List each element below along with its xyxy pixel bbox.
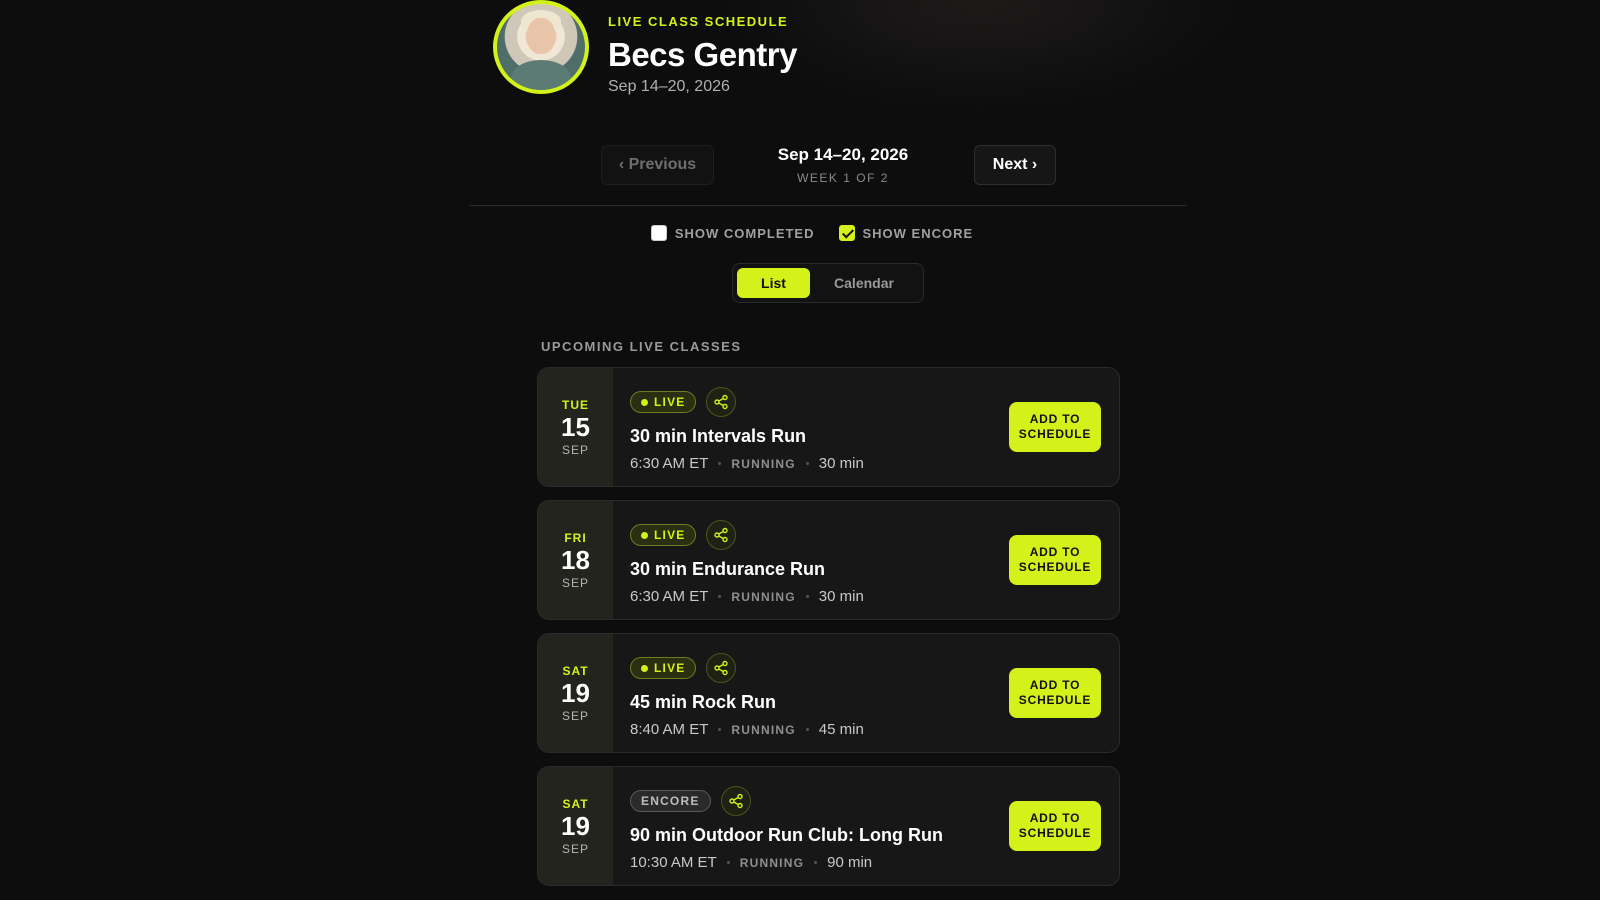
class-day: 18 [561, 544, 590, 575]
divider [469, 205, 1187, 206]
class-month: SEP [561, 442, 589, 457]
show-encore-filter[interactable]: SHOW ENCORE [838, 222, 974, 244]
class-month: SEP [561, 708, 589, 723]
encore-badge: ENCORE [630, 790, 711, 812]
class-meta: 10:30 AM ET RUNNING 90 min [630, 854, 1119, 871]
class-meta: 8:40 AM ET RUNNING 45 min [630, 721, 1119, 738]
class-weekday: SAT [562, 796, 589, 811]
badge-label: LIVE [654, 395, 686, 409]
class-list: TUE 15 SEP LIVE 30 min Intervals Run 6:3… [537, 367, 1120, 899]
class-day: 19 [561, 677, 590, 708]
class-discipline: RUNNING [731, 722, 796, 737]
live-badge: LIVE [630, 391, 697, 413]
share-button[interactable] [706, 520, 737, 550]
class-weekday: FRI [564, 530, 587, 545]
class-weekday: TUE [562, 397, 589, 412]
section-title: UPCOMING LIVE CLASSES [541, 339, 742, 354]
week-display: Sep 14–20, 2026 WEEK 1 OF 2 [743, 145, 943, 185]
show-encore-label: SHOW ENCORE [862, 225, 974, 241]
next-week-button[interactable]: Next › [974, 145, 1056, 185]
class-card: TUE 15 SEP LIVE 30 min Intervals Run 6:3… [537, 367, 1120, 487]
share-button[interactable] [706, 387, 737, 417]
instructor-avatar [493, 0, 589, 94]
class-month: SEP [561, 841, 589, 856]
class-card: SAT 19 SEP LIVE 45 min Rock Run 8:40 AM … [537, 633, 1120, 753]
share-icon [714, 394, 729, 410]
class-date: SAT 19 SEP [538, 634, 613, 752]
page: LIVE CLASS SCHEDULE Becs Gentry Sep 14–2… [0, 0, 1600, 900]
class-discipline: RUNNING [739, 855, 805, 870]
tab-calendar[interactable]: Calendar [810, 268, 918, 298]
class-duration: 45 min [818, 721, 864, 738]
share-icon [728, 793, 743, 809]
show-completed-filter[interactable]: SHOW COMPLETED [650, 222, 815, 244]
class-weekday: SAT [562, 663, 589, 678]
show-completed-checkbox[interactable] [650, 225, 667, 241]
hero-background [720, 0, 1240, 110]
class-card: FRI 18 SEP LIVE 30 min Endurance Run 6:3… [537, 500, 1120, 620]
live-dot-icon [641, 398, 648, 406]
add-to-schedule-button[interactable]: ADD TO SCHEDULE [1009, 668, 1101, 718]
week-index: WEEK 1 OF 2 [797, 171, 889, 185]
page-eyebrow: LIVE CLASS SCHEDULE [608, 14, 789, 29]
week-navigation: ‹ Previous Sep 14–20, 2026 WEEK 1 OF 2 N… [0, 145, 1600, 187]
add-to-schedule-button[interactable]: ADD TO SCHEDULE [1009, 801, 1101, 851]
class-card: SAT 19 SEP ENCORE 90 min Outdoor Run Clu… [537, 766, 1120, 886]
class-day: 19 [561, 810, 590, 841]
previous-week-button[interactable]: ‹ Previous [601, 145, 714, 185]
header-date-range: Sep 14–20, 2026 [608, 78, 730, 95]
share-button[interactable] [706, 653, 737, 683]
class-time: 6:30 AM ET [630, 455, 709, 472]
class-meta: 6:30 AM ET RUNNING 30 min [630, 455, 1119, 472]
filter-bar: SHOW COMPLETED SHOW ENCORE [0, 222, 1600, 244]
class-discipline: RUNNING [731, 456, 796, 471]
class-date: FRI 18 SEP [538, 501, 613, 619]
class-meta: 6:30 AM ET RUNNING 30 min [630, 588, 1119, 605]
share-button[interactable] [720, 786, 751, 816]
instructor-header: LIVE CLASS SCHEDULE Becs Gentry Sep 14–2… [493, 0, 797, 96]
add-to-schedule-button[interactable]: ADD TO SCHEDULE [1009, 402, 1101, 452]
live-badge: LIVE [630, 524, 697, 546]
class-duration: 90 min [827, 854, 873, 871]
class-date: SAT 19 SEP [538, 767, 613, 885]
live-badge: LIVE [630, 657, 697, 679]
badge-label: LIVE [654, 528, 686, 542]
tab-list[interactable]: List [737, 268, 810, 298]
class-discipline: RUNNING [731, 589, 796, 604]
share-icon [714, 660, 729, 676]
instructor-name: Becs Gentry [608, 36, 797, 73]
share-icon [714, 527, 729, 543]
class-time: 8:40 AM ET [630, 721, 709, 738]
class-time: 6:30 AM ET [630, 588, 709, 605]
class-month: SEP [561, 575, 589, 590]
class-date: TUE 15 SEP [538, 368, 613, 486]
class-duration: 30 min [818, 588, 864, 605]
add-to-schedule-button[interactable]: ADD TO SCHEDULE [1009, 535, 1101, 585]
badge-label: LIVE [654, 661, 686, 675]
class-duration: 30 min [818, 455, 864, 472]
week-range: Sep 14–20, 2026 [777, 145, 909, 164]
live-dot-icon [641, 531, 648, 539]
class-time: 10:30 AM ET [630, 854, 717, 871]
badge-label: ENCORE [641, 794, 700, 808]
view-toggle: List Calendar [732, 263, 924, 303]
show-encore-checkbox[interactable] [838, 225, 855, 241]
live-dot-icon [641, 664, 648, 672]
show-completed-label: SHOW COMPLETED [674, 225, 815, 241]
class-day: 15 [561, 411, 590, 442]
